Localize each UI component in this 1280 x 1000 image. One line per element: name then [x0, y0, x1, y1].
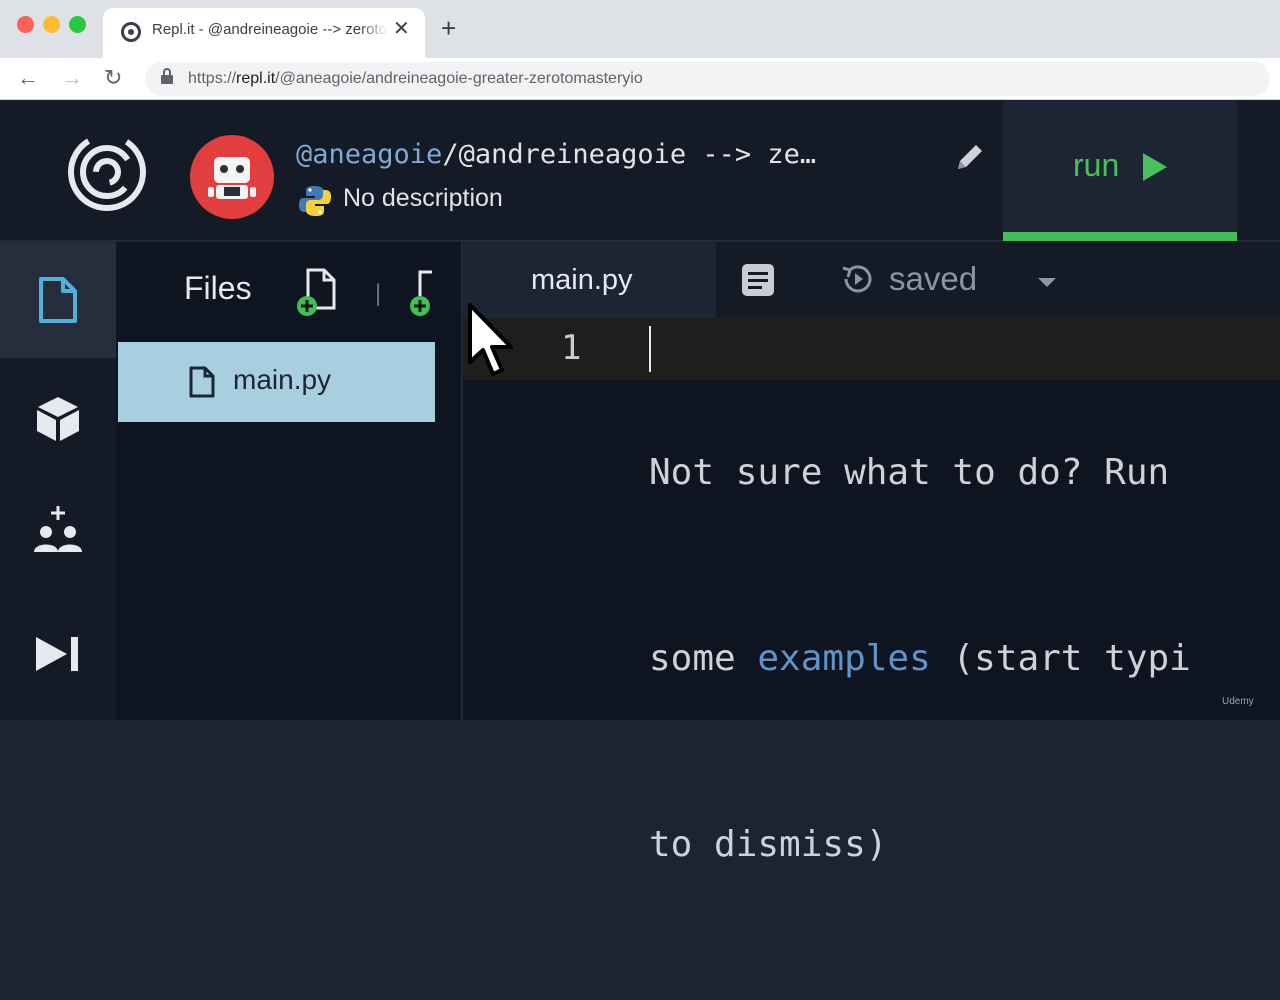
run-accent-bar	[1003, 232, 1237, 241]
file-item-label: main.py	[233, 364, 332, 395]
add-file-icon[interactable]	[296, 266, 340, 318]
maximize-window-button[interactable]	[69, 16, 86, 33]
editor-placeholder: Not sure what to do? Run some examples (…	[649, 318, 1191, 1000]
watermark: Udemy	[1222, 696, 1254, 707]
repl-header: @aneagoie/@andreineagoie --> ze… No desc…	[0, 101, 1280, 241]
sidebar-item-debugger[interactable]	[0, 596, 116, 712]
replit-favicon-icon	[121, 22, 141, 42]
mouse-pointer-icon	[468, 303, 513, 376]
files-title: Files	[184, 270, 252, 306]
examples-link[interactable]: examples	[757, 638, 930, 679]
toolbar-separator: |	[375, 280, 382, 307]
url-text[interactable]: https://repl.it/@aneagoie/andreineagoie-…	[188, 70, 643, 88]
repl-title[interactable]: @aneagoie/@andreineagoie --> ze…	[296, 139, 816, 170]
file-icon	[189, 366, 215, 398]
file-item-main-py[interactable]: main.py	[118, 342, 435, 422]
placeholder-text: some	[649, 638, 758, 679]
browser-tab-strip: Repl.it - @andreineagoie --> zerotomaste…	[0, 0, 1280, 58]
saved-status: saved	[889, 260, 978, 297]
replit-logo-icon[interactable]	[68, 133, 146, 211]
python-icon	[299, 186, 331, 216]
reload-button[interactable]: ↻	[104, 64, 122, 92]
tab-close-icon[interactable]: ✕	[393, 18, 410, 40]
line-number: 1	[561, 328, 582, 368]
chevron-down-icon[interactable]	[1038, 278, 1056, 287]
tab-title: Repl.it - @andreineagoie --> zerotomaste…	[152, 21, 388, 38]
placeholder-line-3: to dismiss)	[649, 824, 888, 865]
new-tab-button[interactable]: +	[441, 14, 456, 42]
forward-button[interactable]: →	[61, 64, 83, 92]
sidebar-item-files[interactable]	[0, 242, 116, 358]
tab-label: main.py	[531, 264, 633, 296]
repl-owner-link[interactable]: @aneagoie	[296, 139, 442, 170]
run-button[interactable]: run	[1003, 101, 1237, 241]
package-cube-icon	[37, 397, 79, 441]
close-window-button[interactable]	[17, 16, 34, 33]
url-host: repl.it	[236, 70, 276, 87]
minimize-window-button[interactable]	[43, 16, 60, 33]
text-cursor	[649, 326, 651, 372]
placeholder-text: (start typi	[930, 638, 1191, 679]
placeholder-line-2: some examples (start typi	[649, 628, 1191, 690]
address-bar[interactable]: https://repl.it/@aneagoie/andreineagoie-…	[145, 62, 1270, 96]
sidebar-item-packages[interactable]	[0, 360, 116, 476]
repl-description[interactable]: No description	[343, 184, 503, 213]
lock-icon	[161, 68, 173, 85]
history-icon[interactable]	[839, 260, 877, 298]
sidebar-item-multiplayer[interactable]	[0, 478, 116, 594]
add-users-icon	[34, 506, 82, 552]
repl-name: /@andreineagoie --> ze…	[442, 139, 817, 170]
pencil-icon[interactable]	[952, 139, 988, 175]
skip-forward-icon	[36, 637, 78, 671]
code-editor[interactable]: 1 Not sure what to do? Run some examples…	[463, 318, 1280, 865]
files-panel: Files | main.py	[116, 242, 462, 720]
placeholder-line-1: Not sure what to do? Run	[649, 452, 1170, 493]
robot-avatar-icon	[208, 157, 256, 199]
document-icon[interactable]	[740, 262, 776, 298]
back-button[interactable]: ←	[17, 64, 39, 92]
browser-toolbar: ← → ↻ https://repl.it/@aneagoie/andreine…	[0, 58, 1280, 100]
play-icon	[1143, 153, 1167, 181]
url-path: /@aneagoie/andreineagoie-greater-zerotom…	[275, 70, 643, 87]
browser-tab[interactable]: Repl.it - @andreineagoie --> zerotomaste…	[103, 8, 425, 58]
url-scheme: https://	[188, 70, 237, 87]
avatar[interactable]	[190, 135, 274, 219]
file-icon	[39, 277, 77, 323]
editor-tab-bar: main.py saved	[463, 242, 1280, 318]
sidebar	[0, 242, 116, 720]
run-label: run	[1073, 147, 1120, 183]
add-folder-icon[interactable]	[406, 266, 446, 318]
